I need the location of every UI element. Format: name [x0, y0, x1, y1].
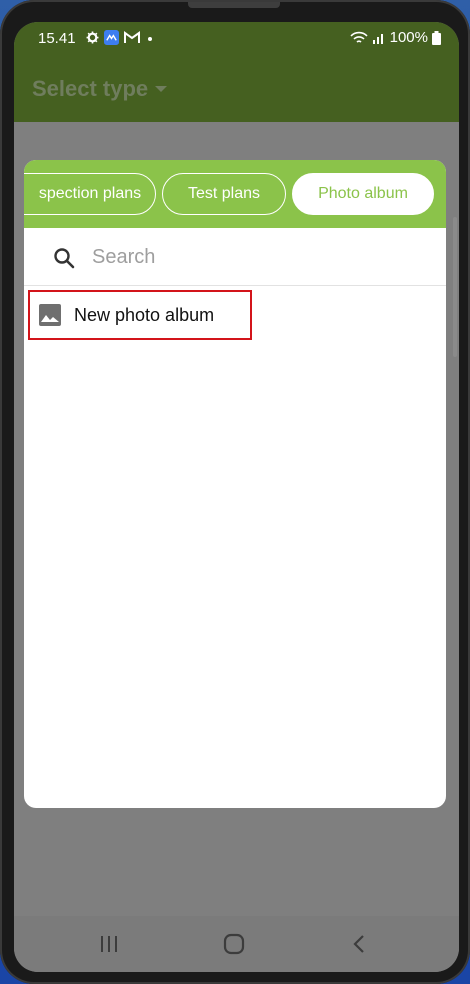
recent-apps-button[interactable]: [94, 930, 124, 958]
search-icon[interactable]: [52, 246, 76, 270]
status-bar: 15.41 100%: [14, 22, 459, 54]
app-notification-icon: [104, 30, 119, 45]
earpiece: [188, 2, 280, 8]
home-icon: [223, 933, 245, 955]
wifi-icon: [350, 31, 368, 43]
recent-apps-icon: [101, 936, 117, 952]
search-input[interactable]: [92, 242, 422, 272]
scrollbar-track: [453, 217, 457, 357]
battery-percentage: 100%: [389, 29, 428, 46]
select-type-dialog: spection plans Test plans Photo album Ne…: [24, 160, 446, 808]
search-bar: [24, 228, 446, 286]
list-item-label: New photo album: [74, 304, 215, 325]
navigation-bar: [14, 916, 459, 972]
dot-icon: [148, 36, 152, 41]
status-time: 15.41: [38, 30, 76, 47]
app-header: 15.41 100% Select type: [14, 22, 459, 122]
app-title-label: Select type: [32, 76, 149, 101]
tab-strip: spection plans Test plans Photo album: [24, 160, 446, 228]
gmail-icon: [124, 31, 140, 43]
tab-photo-album[interactable]: Photo album: [292, 173, 434, 215]
status-notification-icons: [86, 30, 155, 45]
home-button[interactable]: [219, 930, 249, 958]
phone-frame: 15.41 100% Select type spection plans Te…: [0, 0, 470, 984]
tab-inspection-plans[interactable]: spection plans: [24, 173, 156, 215]
phone-screen: 15.41 100% Select type spection plans Te…: [14, 22, 459, 972]
status-system-icons: 100%: [350, 29, 441, 46]
dropdown-arrow-icon: [155, 86, 168, 92]
signal-icon: [372, 34, 383, 44]
select-type-dropdown[interactable]: Select type: [32, 76, 168, 102]
list-item-new-photo-album[interactable]: New photo album: [28, 290, 252, 340]
image-icon: [39, 304, 61, 326]
battery-icon: [432, 30, 441, 45]
tab-test-plans[interactable]: Test plans: [162, 173, 286, 215]
back-icon: [353, 935, 364, 953]
back-button[interactable]: [344, 930, 374, 958]
settings-icon: [86, 31, 99, 44]
